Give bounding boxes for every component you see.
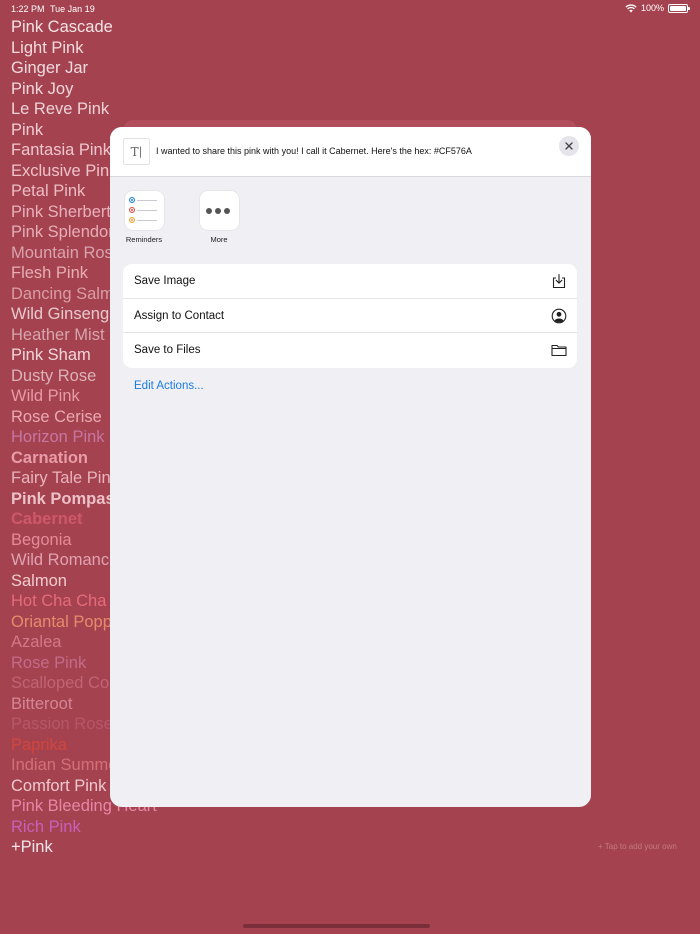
action-label: Save Image	[134, 275, 196, 287]
color-list-item[interactable]: Rich Pink	[11, 817, 191, 838]
edit-actions-link[interactable]: Edit Actions...	[134, 380, 204, 392]
folder-icon	[551, 344, 567, 357]
reminders-icon	[123, 190, 165, 231]
share-sheet-header: T | I wanted to share this pink with you!…	[110, 127, 591, 177]
app-label: Reminders	[125, 235, 163, 244]
tap-hint: + Tap to add your own	[598, 842, 677, 851]
close-button[interactable]	[559, 136, 579, 156]
save-image-icon	[552, 273, 566, 289]
app-label: More	[210, 235, 228, 244]
share-apps-row: Reminders More	[110, 190, 250, 244]
more-icon	[198, 190, 240, 231]
text-document-icon: T |	[123, 138, 150, 165]
status-right: 100%	[625, 3, 690, 13]
share-app-more[interactable]: More	[188, 190, 250, 244]
wifi-icon	[625, 3, 637, 12]
share-app-reminders[interactable]: Reminders	[113, 190, 175, 244]
status-time: 1:22 PM	[11, 4, 45, 14]
share-actions-list: Save Image Assign to Contact Save to Fil…	[123, 264, 577, 368]
status-bar: 1:22 PM Tue Jan 19 100%	[0, 0, 700, 18]
battery-icon	[668, 3, 690, 13]
action-label: Save to Files	[134, 344, 201, 356]
close-icon	[565, 142, 573, 150]
save-image-action[interactable]: Save Image	[123, 264, 577, 299]
color-list-item[interactable]: Light Pink	[11, 38, 191, 59]
color-list-item[interactable]: Pink Joy	[11, 79, 191, 100]
home-indicator	[243, 924, 430, 928]
color-list-item[interactable]: Le Reve Pink	[11, 99, 191, 120]
color-list-item[interactable]: Pink Cascade	[11, 17, 191, 38]
status-date: Tue Jan 19	[50, 4, 95, 14]
color-list-item[interactable]: Ginger Jar	[11, 58, 191, 79]
share-sheet: T | I wanted to share this pink with you!…	[110, 127, 591, 807]
action-label: Assign to Contact	[134, 309, 225, 322]
assign-to-contact-action[interactable]: Assign to Contact	[123, 299, 577, 333]
share-text: I wanted to share this pink with you! I …	[156, 146, 472, 156]
save-to-files-action[interactable]: Save to Files	[123, 333, 577, 368]
color-list-item[interactable]: +Pink	[11, 837, 191, 858]
contact-icon	[551, 308, 567, 323]
battery-percent: 100%	[640, 3, 664, 13]
